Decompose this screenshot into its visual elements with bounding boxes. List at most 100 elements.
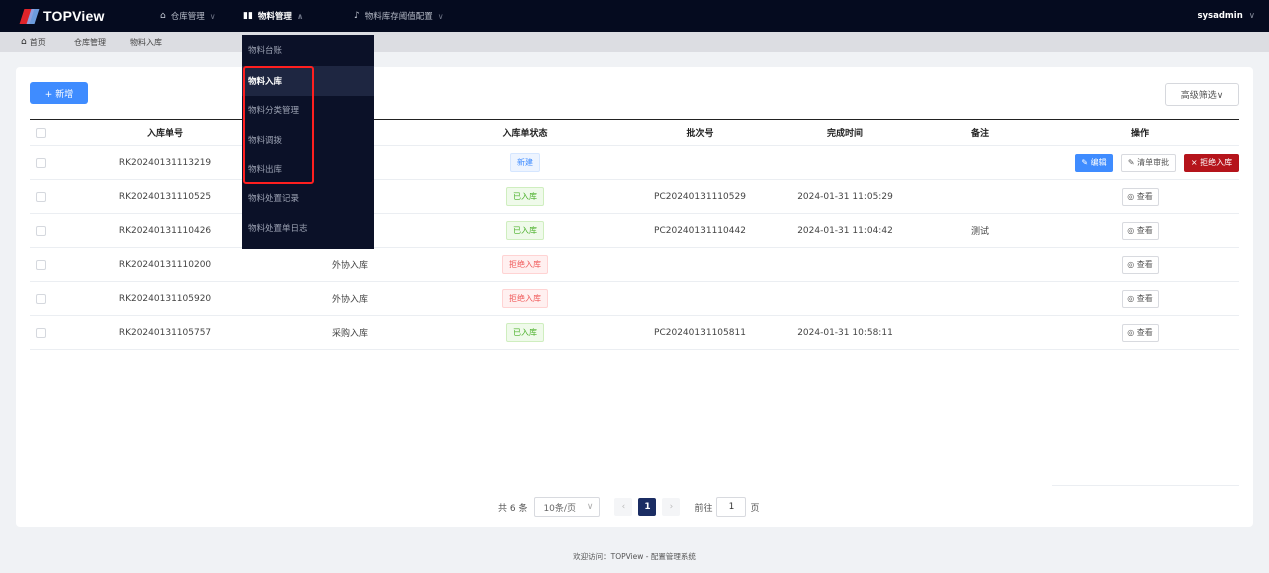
batch-no	[630, 282, 770, 315]
view-button[interactable]: ◎ 查看	[1121, 221, 1159, 240]
view-button[interactable]: ◎ 查看	[1121, 323, 1159, 342]
row-checkbox[interactable]	[36, 248, 46, 281]
remark	[930, 316, 1030, 349]
view-label: 查看	[1136, 260, 1153, 269]
row-checkbox[interactable]	[36, 180, 46, 213]
approve-button[interactable]: ✎ 清单审批	[1121, 153, 1176, 172]
order-no: RK20240131110525	[118, 191, 212, 202]
edit-icon: ✎	[1127, 158, 1135, 167]
home-icon: ⌂	[160, 11, 166, 21]
remark	[930, 248, 1030, 281]
chevron-down-icon: ∨	[1248, 11, 1255, 21]
row-checkbox[interactable]	[36, 316, 46, 349]
finish-time: 2024-01-31 10:58:11	[797, 327, 893, 338]
reject-button[interactable]: × 拒绝入库	[1184, 153, 1239, 172]
table-row: RK20240131105757 采购入库 已入库 PC202401311058…	[30, 316, 1239, 350]
add-button[interactable]: + 新增	[30, 82, 88, 104]
col-batch: 批次号	[686, 129, 714, 139]
menu-item-disposal-record[interactable]: 物料处置记录	[242, 183, 374, 213]
menu-item-disposal-log[interactable]: 物料处置单日志	[242, 213, 374, 243]
row-checkbox[interactable]	[36, 214, 46, 247]
order-no: RK20240131105757	[118, 327, 212, 338]
status-badge: 已入库	[506, 323, 544, 342]
footer-text: 欢迎访问：TOPView - 配置管理系统	[573, 552, 696, 561]
status-cell: 已入库	[470, 180, 580, 213]
actions-cell: ◎ 查看	[1090, 316, 1190, 349]
status-badge: 拒绝入库	[502, 289, 548, 308]
nav-item-material[interactable]: ▮▮ 物料管理 ∧	[243, 0, 303, 32]
inbound-type: 外协入库	[331, 295, 368, 305]
batch-no	[630, 248, 770, 281]
logo[interactable]: TOPView	[19, 6, 105, 26]
logo-icon	[19, 8, 40, 24]
breadcrumb-warehouse[interactable]: 仓库管理	[74, 32, 106, 52]
batch-no: PC20240131105811	[654, 327, 746, 338]
nav-item-threshold[interactable]: ♪ 物料库存阈值配置 ∨	[354, 0, 444, 32]
breadcrumb-home[interactable]: ⌂ 首页	[21, 32, 46, 52]
status-badge: 已入库	[506, 187, 544, 206]
nav-label: 物料库存阈值配置	[364, 12, 433, 22]
finish-time	[775, 282, 915, 315]
nav-label: 物料管理	[257, 12, 292, 22]
status-badge: 拒绝入库	[502, 255, 548, 274]
remark	[930, 146, 1030, 179]
view-button[interactable]: ◎ 查看	[1121, 187, 1159, 206]
username: sysadmin	[1197, 11, 1243, 21]
remark	[930, 180, 1030, 213]
chevron-up-icon: ∧	[296, 11, 304, 21]
advanced-filter-button[interactable]: 高级筛选∨	[1165, 83, 1239, 106]
page-size-value: 10条/页	[543, 503, 576, 514]
actions-cell: ◎ 查看	[1090, 248, 1190, 281]
remark: 测试	[970, 227, 989, 237]
chevron-down-icon: ∨	[586, 502, 594, 512]
order-no: RK20240131113219	[118, 157, 212, 168]
chevron-down-icon: ∨	[437, 11, 444, 21]
chevron-right-icon: ›	[669, 502, 674, 512]
user-menu[interactable]: sysadmin ∨	[1197, 0, 1255, 32]
status-cell: 已入库	[470, 214, 580, 247]
bell-icon: ♪	[354, 11, 360, 21]
batch-no: PC20240131110529	[654, 191, 746, 202]
row-checkbox[interactable]	[36, 282, 46, 315]
inbound-type: 采购入库	[331, 329, 368, 339]
batch-no: PC20240131110442	[654, 225, 746, 236]
reject-label: 拒绝入库	[1200, 158, 1233, 167]
goto-page-input[interactable]: 1	[716, 497, 747, 517]
logo-text: TOPView	[43, 8, 105, 24]
menu-item-material-ledger[interactable]: 物料台账	[242, 35, 374, 65]
view-button[interactable]: ◎ 查看	[1121, 255, 1159, 274]
finish-time: 2024-01-31 11:04:42	[797, 225, 893, 236]
divider	[1052, 485, 1239, 486]
col-finish-time: 完成时间	[826, 129, 863, 139]
view-label: 查看	[1136, 226, 1153, 235]
breadcrumb-current[interactable]: 物料入库	[130, 32, 162, 52]
page-number-current[interactable]: 1	[638, 498, 657, 516]
eye-icon: ◎	[1127, 260, 1135, 269]
edit-button[interactable]: ✎ 编辑	[1075, 153, 1113, 172]
page-size-select[interactable]: 10条/页 ∨	[534, 497, 601, 517]
view-button[interactable]: ◎ 查看	[1121, 289, 1159, 308]
batch-no	[630, 146, 770, 179]
table-row: RK20240131110200 外协入库 拒绝入库 ◎ 查看	[30, 248, 1239, 282]
actions-cell: ✎ 编辑 ✎ 清单审批 × 拒绝入库	[1066, 146, 1239, 179]
eye-icon: ◎	[1127, 294, 1135, 303]
prev-page-button[interactable]: ‹	[614, 498, 633, 516]
view-label: 查看	[1136, 294, 1153, 303]
row-checkbox[interactable]	[36, 146, 46, 179]
select-all-checkbox[interactable]	[36, 120, 46, 145]
table-row: RK20240131110426 已入库 PC20240131110442 20…	[30, 214, 1239, 248]
nav-item-warehouse[interactable]: ⌂ 仓库管理 ∨	[160, 0, 216, 32]
status-cell: 已入库	[470, 316, 580, 349]
page-unit: 页	[750, 503, 760, 514]
table-row: RK20240131105920 外协入库 拒绝入库 ◎ 查看	[30, 282, 1239, 316]
actions-cell: ◎ 查看	[1090, 180, 1190, 213]
next-page-button[interactable]: ›	[662, 498, 681, 516]
highlight-box	[243, 66, 314, 184]
order-no: RK20240131110426	[118, 225, 212, 236]
col-actions: 操作	[1130, 129, 1149, 139]
close-icon: ×	[1190, 158, 1198, 167]
col-order-no: 入库单号	[146, 129, 183, 139]
finish-time	[775, 146, 915, 179]
breadcrumb: ⌂ 首页 仓库管理 物料入库	[0, 32, 1269, 52]
approve-label: 清单审批	[1137, 158, 1170, 167]
